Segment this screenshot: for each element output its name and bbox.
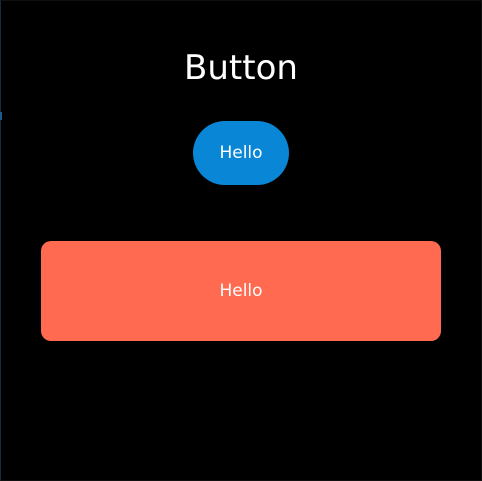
hello-wide-button[interactable]: Hello xyxy=(41,241,441,341)
hello-pill-button[interactable]: Hello xyxy=(193,121,289,185)
window-edge-accent xyxy=(0,112,2,120)
page-title: Button xyxy=(184,48,298,88)
